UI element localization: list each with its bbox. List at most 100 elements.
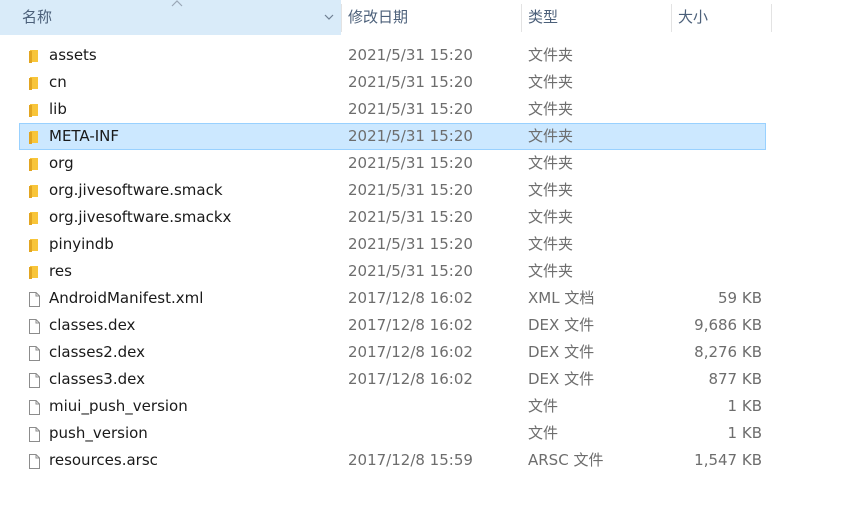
file-type: XML 文档: [528, 289, 595, 307]
file-type: ARSC 文件: [528, 451, 604, 469]
file-row[interactable]: res 2021/5/31 15:20 文件夹: [19, 258, 766, 285]
file-name: META-INF: [49, 127, 120, 145]
file-row[interactable]: pinyindb 2021/5/31 15:20 文件夹: [19, 231, 766, 258]
sort-ascending-icon: [171, 0, 183, 7]
file-type: 文件夹: [528, 262, 574, 280]
file-name: res: [49, 262, 72, 280]
file-modified-date: 2021/5/31 15:20: [348, 46, 473, 64]
file-name: push_version: [49, 424, 148, 442]
file-modified-date: 2021/5/31 15:20: [348, 73, 473, 91]
file-row[interactable]: cn 2021/5/31 15:20 文件夹: [19, 69, 766, 96]
file-icon: [26, 317, 42, 334]
file-type: DEX 文件: [528, 316, 595, 334]
file-icon: [26, 398, 42, 415]
file-modified-date: 2017/12/8 16:02: [348, 343, 473, 361]
file-size: 1 KB: [727, 397, 762, 415]
file-modified-date: 2021/5/31 15:20: [348, 235, 473, 253]
column-header-type[interactable]: 类型: [521, 0, 671, 35]
folder-icon: [26, 155, 42, 171]
file-modified-date: 2017/12/8 16:02: [348, 289, 473, 307]
file-size: 9,686 KB: [694, 316, 762, 334]
file-icon: [26, 344, 42, 361]
file-icon: [26, 290, 42, 307]
file-type: 文件夹: [528, 100, 574, 118]
folder-icon: [26, 47, 42, 63]
column-divider[interactable]: [771, 4, 772, 32]
file-explorer-details-view: 名称 修改日期 类型 大小 assets 2021/5/31 15:20 文件夹 cn…: [0, 0, 845, 512]
file-icon: [26, 425, 42, 442]
file-row[interactable]: AndroidManifest.xml 2017/12/8 16:02 XML 文档…: [19, 285, 766, 312]
file-name: org: [49, 154, 74, 172]
file-row[interactable]: classes3.dex 2017/12/8 16:02 DEX 文件 877 KB: [19, 366, 766, 393]
file-size: 1,547 KB: [694, 451, 762, 469]
file-type: DEX 文件: [528, 370, 595, 388]
file-size: 59 KB: [718, 289, 762, 307]
file-name: AndroidManifest.xml: [49, 289, 204, 307]
folder-icon: [26, 209, 42, 225]
file-name: assets: [49, 46, 97, 64]
chevron-down-icon[interactable]: [323, 12, 335, 22]
file-name: org.jivesoftware.smackx: [49, 208, 232, 226]
file-size: 877 KB: [708, 370, 762, 388]
file-name: classes2.dex: [49, 343, 145, 361]
file-row[interactable]: org.jivesoftware.smackx 2021/5/31 15:20 文件…: [19, 204, 766, 231]
file-type: DEX 文件: [528, 343, 595, 361]
file-row[interactable]: push_version 文件 1 KB: [19, 420, 766, 447]
file-icon: [26, 452, 42, 469]
file-row[interactable]: META-INF 2021/5/31 15:20 文件夹: [19, 123, 766, 150]
file-name: resources.arsc: [49, 451, 158, 469]
column-header-date-label: 修改日期: [348, 8, 409, 26]
file-icon: [26, 371, 42, 388]
file-modified-date: 2021/5/31 15:20: [348, 100, 473, 118]
file-modified-date: 2021/5/31 15:20: [348, 154, 473, 172]
file-modified-date: 2021/5/31 15:20: [348, 262, 473, 280]
file-size: [670, 232, 762, 257]
file-name: classes3.dex: [49, 370, 145, 388]
file-type: 文件: [528, 397, 559, 415]
file-type: 文件夹: [528, 154, 574, 172]
file-row[interactable]: miui_push_version 文件 1 KB: [19, 393, 766, 420]
file-size: [670, 259, 762, 284]
file-name: pinyindb: [49, 235, 114, 253]
file-modified-date: 2021/5/31 15:20: [348, 127, 473, 145]
folder-icon: [26, 128, 42, 144]
file-modified-date: 2017/12/8 16:02: [348, 316, 473, 334]
file-type: 文件夹: [528, 235, 574, 253]
file-size: [670, 70, 762, 95]
file-size: [670, 124, 762, 149]
file-type: 文件夹: [528, 127, 574, 145]
column-header-size-label: 大小: [678, 8, 709, 26]
folder-icon: [26, 182, 42, 198]
column-header-type-label: 类型: [528, 8, 559, 26]
file-row[interactable]: lib 2021/5/31 15:20 文件夹: [19, 96, 766, 123]
file-size: [670, 178, 762, 203]
file-row[interactable]: classes2.dex 2017/12/8 16:02 DEX 文件 8,276 K…: [19, 339, 766, 366]
file-row[interactable]: assets 2021/5/31 15:20 文件夹: [19, 42, 766, 69]
file-name: classes.dex: [49, 316, 136, 334]
folder-icon: [26, 236, 42, 252]
folder-icon: [26, 101, 42, 117]
file-type: 文件夹: [528, 46, 574, 64]
column-header-size[interactable]: 大小: [671, 0, 771, 35]
file-row[interactable]: classes.dex 2017/12/8 16:02 DEX 文件 9,686 KB: [19, 312, 766, 339]
file-size: [670, 205, 762, 230]
file-row[interactable]: org.jivesoftware.smack 2021/5/31 15:20 文件夹: [19, 177, 766, 204]
file-modified-date: 2017/12/8 15:59: [348, 451, 473, 469]
folder-icon: [26, 263, 42, 279]
file-type: 文件夹: [528, 73, 574, 91]
file-size: 8,276 KB: [694, 343, 762, 361]
file-modified-date: 2021/5/31 15:20: [348, 181, 473, 199]
file-row[interactable]: resources.arsc 2017/12/8 15:59 ARSC 文件 1,54…: [19, 447, 766, 474]
file-name: cn: [49, 73, 67, 91]
file-size: 1 KB: [727, 424, 762, 442]
file-name: lib: [49, 100, 67, 118]
file-type: 文件夹: [528, 208, 574, 226]
column-header-name-label: 名称: [22, 8, 53, 26]
column-header-date[interactable]: 修改日期: [341, 0, 521, 35]
file-name: org.jivesoftware.smack: [49, 181, 223, 199]
file-row[interactable]: org 2021/5/31 15:20 文件夹: [19, 150, 766, 177]
column-header-bar: 名称 修改日期 类型 大小: [0, 0, 845, 35]
folder-icon: [26, 74, 42, 90]
file-size: [670, 97, 762, 122]
file-type: 文件夹: [528, 181, 574, 199]
